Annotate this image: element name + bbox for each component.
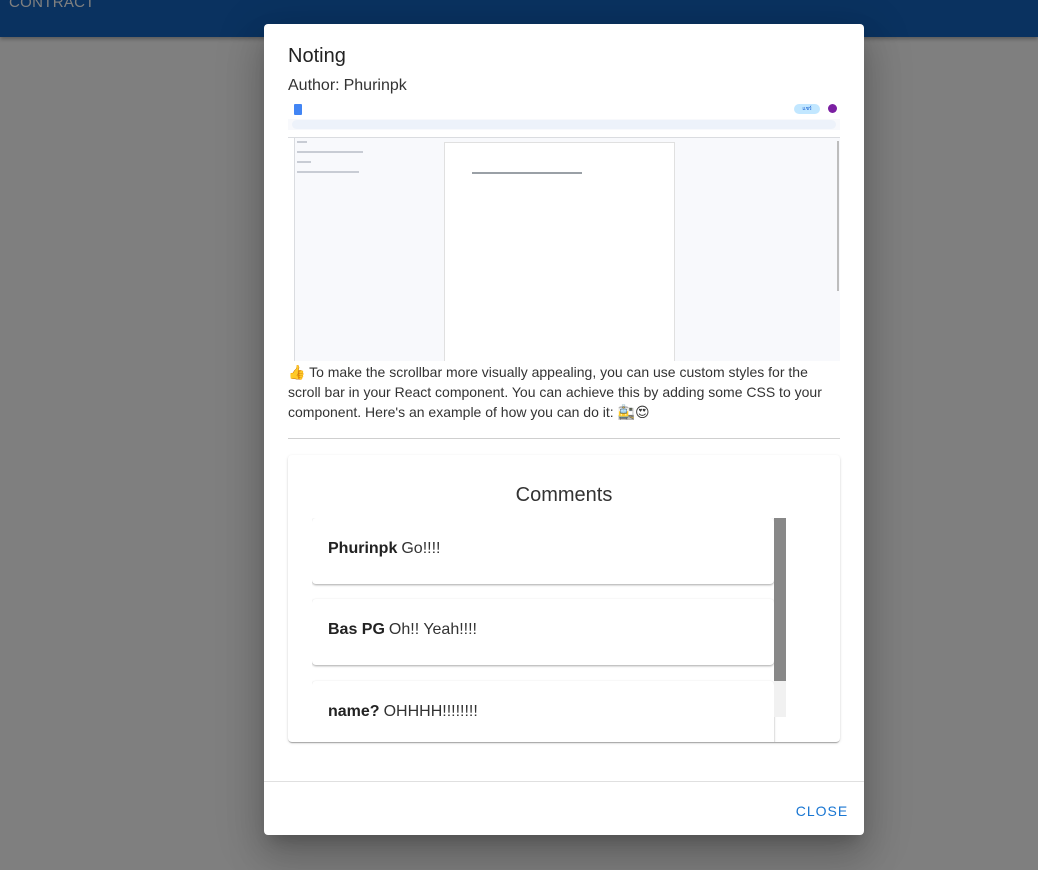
outline-line xyxy=(297,161,311,163)
note-dialog: Noting Author: Phurinpk แชร์ 👍 To make t… xyxy=(264,24,864,835)
comments-card: Comments Phurinpk Go!!!! Bas PG Oh!! Yeah!… xyxy=(288,455,840,742)
note-image: แชร์ xyxy=(288,101,840,361)
outline-line xyxy=(297,171,359,173)
comments-title: Comments xyxy=(515,484,613,506)
actions-divider xyxy=(264,781,864,782)
comment-author: Phurinpk xyxy=(328,540,398,557)
doc-scrollbar xyxy=(837,141,839,291)
scrollbar-thumb[interactable] xyxy=(774,518,786,681)
comment-text: Phurinpk Go!!!! xyxy=(328,540,440,558)
note-title: Noting xyxy=(288,45,346,67)
comment-body: Oh!! Yeah!!!! xyxy=(388,621,477,638)
comment-item: name? OHHHH!!!!!!!! xyxy=(312,681,774,742)
comment-body: OHHHH!!!!!!!! xyxy=(383,703,478,720)
author-label: Author: xyxy=(288,77,340,94)
outline-line xyxy=(297,141,307,143)
doc-page xyxy=(444,142,675,361)
share-button: แชร์ xyxy=(794,104,820,114)
doc-toolbar xyxy=(292,120,836,129)
comment-author: Bas PG xyxy=(328,621,385,638)
avatar xyxy=(828,104,837,113)
note-body: 👍 To make the scrollbar more visually ap… xyxy=(288,364,822,420)
author-name: Phurinpk xyxy=(343,77,407,94)
outline-line xyxy=(297,151,363,153)
doc-outline xyxy=(297,141,367,221)
doc-side-ruler xyxy=(288,138,295,361)
comment-author: name? xyxy=(328,703,380,720)
comment-body: Go!!!! xyxy=(401,540,441,557)
comment-text: name? OHHHH!!!!!!!! xyxy=(328,703,478,721)
dialog-content: Noting Author: Phurinpk แชร์ 👍 To make t… xyxy=(264,24,864,781)
comments-list[interactable]: Phurinpk Go!!!! Bas PG Oh!! Yeah!!!! name?… xyxy=(312,518,786,742)
divider xyxy=(288,438,840,439)
comment-text: Bas PG Oh!! Yeah!!!! xyxy=(328,621,477,639)
docs-logo-icon xyxy=(294,104,302,115)
doc-ruler xyxy=(288,130,840,138)
comment-item: Phurinpk Go!!!! xyxy=(312,518,774,584)
doc-page-text xyxy=(472,172,582,174)
doc-header: แชร์ xyxy=(288,101,840,119)
close-button[interactable]: CLOSE xyxy=(790,796,854,826)
comment-item: Bas PG Oh!! Yeah!!!! xyxy=(312,599,774,665)
comments-scrollbar[interactable] xyxy=(774,518,786,717)
note-author: Author: Phurinpk xyxy=(288,77,407,95)
